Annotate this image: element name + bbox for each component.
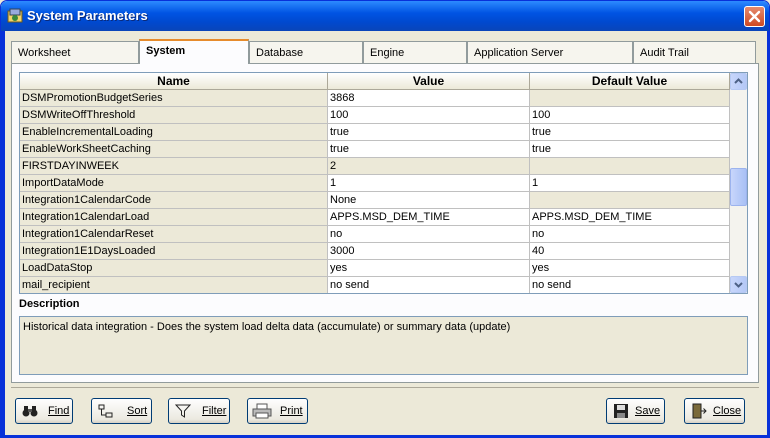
table-row[interactable]: EnableWorkSheetCaching true true [20,141,730,158]
cell-value[interactable]: true [328,141,530,158]
cell-name: Integration1CalendarLoad [20,209,328,226]
cell-default-value [530,90,730,107]
table-row[interactable]: Integration1CalendarReset no no [20,226,730,243]
tab-worksheet[interactable]: Worksheet [11,41,139,63]
scroll-down-button[interactable] [730,276,747,293]
cell-default-value [530,158,730,175]
close-label: Close [713,405,742,417]
tab-application-server[interactable]: Application Server [467,41,633,63]
vertical-scrollbar[interactable] [730,73,747,293]
cell-name: Integration1CalendarReset [20,226,328,243]
tab-system[interactable]: System [139,39,249,64]
system-parameters-window: System Parameters Worksheet Database Eng… [0,0,770,438]
cell-default-value: 1 [530,175,730,192]
cell-value[interactable]: 3868 [328,90,530,107]
tab-strip: Worksheet Database Engine Application Se… [11,39,759,65]
description-label: Description [19,298,80,310]
sort-icon [98,404,113,418]
binoculars-icon [22,406,38,417]
window-frame-left [1,31,5,437]
cell-default-value [530,192,730,209]
cell-value[interactable]: 100 [328,107,530,124]
scroll-up-button[interactable] [730,73,747,90]
cell-default-value: APPS.MSD_DEM_TIME [530,209,730,226]
tab-engine[interactable]: Engine [363,41,467,63]
table-row[interactable]: LoadDataStop yes yes [20,260,730,277]
button-bar-divider [11,387,759,388]
find-label: Find [48,405,70,417]
table-row[interactable]: Integration1E1DaysLoaded 3000 40 [20,243,730,260]
cell-name: DSMWriteOffThreshold [20,107,328,124]
cell-default-value: no send [530,277,730,293]
cell-name: FIRSTDAYINWEEK [20,158,328,175]
description-text: Historical data integration - Does the s… [19,316,748,375]
scroll-down-icon [734,282,743,288]
filter-button[interactable]: Filter [168,398,230,424]
table-row[interactable]: mail_recipient no send no send [20,277,730,293]
cell-value[interactable]: true [328,124,530,141]
window-title: System Parameters [27,8,148,23]
cell-name: EnableIncrementalLoading [20,124,328,141]
filter-label: Filter [202,405,227,417]
table-row[interactable]: DSMPromotionBudgetSeries 3868 [20,90,730,107]
cell-default-value: 100 [530,107,730,124]
column-header-default-value[interactable]: Default Value [530,73,730,90]
save-label: Save [635,405,661,417]
cell-value[interactable]: no send [328,277,530,293]
cell-default-value: no [530,226,730,243]
filter-icon [175,404,191,418]
cell-value[interactable]: 1 [328,175,530,192]
cell-value[interactable]: None [328,192,530,209]
sort-label: Sort [127,405,148,417]
cell-name: Integration1CalendarCode [20,192,328,209]
table-row[interactable]: Integration1CalendarCode None [20,192,730,209]
column-header-name[interactable]: Name [20,73,328,90]
cell-name: DSMPromotionBudgetSeries [20,90,328,107]
find-button[interactable]: Find [15,398,73,424]
cell-value[interactable]: 3000 [328,243,530,260]
floppy-disk-icon [614,404,628,418]
cell-default-value: 40 [530,243,730,260]
parameters-grid: Name Value Default Value DSMPromotionBud… [19,72,748,294]
sort-button[interactable]: Sort [91,398,152,424]
cell-default-value: yes [530,260,730,277]
column-header-value[interactable]: Value [328,73,530,90]
cell-value[interactable]: no [328,226,530,243]
cell-default-value: true [530,141,730,158]
cell-name: ImportDataMode [20,175,328,192]
cell-name: LoadDataStop [20,260,328,277]
cell-name: mail_recipient [20,277,328,293]
tab-database[interactable]: Database [249,41,363,63]
printer-icon [252,403,272,419]
scroll-thumb[interactable] [730,168,747,206]
cell-value[interactable]: APPS.MSD_DEM_TIME [328,209,530,226]
cell-value[interactable]: 2 [328,158,530,175]
close-button[interactable]: Close [684,398,745,424]
cell-default-value: true [530,124,730,141]
table-row[interactable]: Integration1CalendarLoad APPS.MSD_DEM_TI… [20,209,730,226]
app-icon [7,8,23,24]
tab-audit-trail[interactable]: Audit Trail [633,41,756,63]
close-window-button[interactable] [744,6,765,27]
table-row[interactable]: DSMWriteOffThreshold 100 100 [20,107,730,124]
cell-name: EnableWorkSheetCaching [20,141,328,158]
save-button[interactable]: Save [606,398,665,424]
print-label: Print [280,405,303,417]
close-icon [748,10,761,23]
scroll-up-icon [734,78,743,84]
grid-header: Name Value Default Value [20,73,730,90]
table-row[interactable]: FIRSTDAYINWEEK 2 [20,158,730,175]
table-row[interactable]: ImportDataMode 1 1 [20,175,730,192]
exit-door-icon [692,403,707,419]
print-button[interactable]: Print [247,398,308,424]
title-bar[interactable]: System Parameters [1,1,769,31]
cell-value[interactable]: yes [328,260,530,277]
cell-name: Integration1E1DaysLoaded [20,243,328,260]
table-row[interactable]: EnableIncrementalLoading true true [20,124,730,141]
